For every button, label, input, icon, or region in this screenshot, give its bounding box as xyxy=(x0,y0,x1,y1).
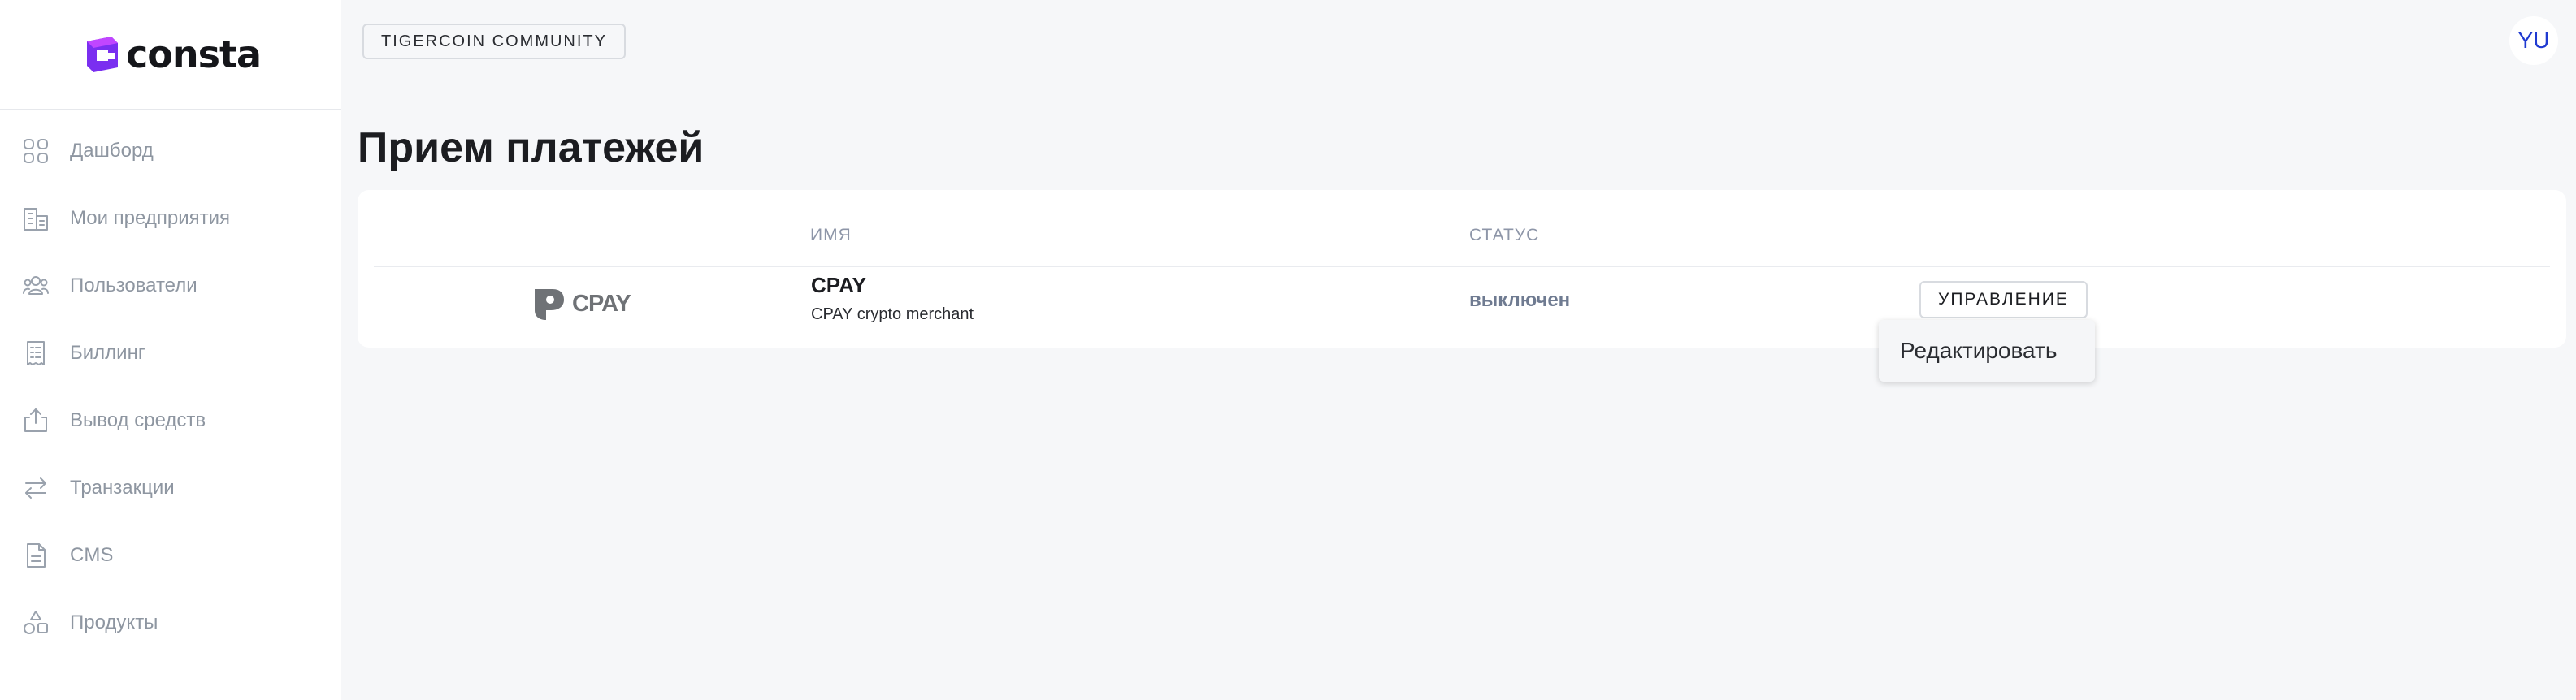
column-header-status: СТАТУС xyxy=(1469,226,1540,244)
receipt-icon xyxy=(21,339,50,368)
sidebar-item-transactions[interactable]: Транзакции xyxy=(0,454,341,521)
sidebar-item-enterprises[interactable]: Мои предприятия xyxy=(0,184,341,252)
table-divider xyxy=(374,266,2550,267)
users-icon xyxy=(21,271,50,300)
sidebar-item-label: Мои предприятия xyxy=(70,206,230,229)
document-icon xyxy=(21,541,50,570)
payment-methods-table: ИМЯ СТАТУС CPAY CPAY CPAY crypto merchan… xyxy=(358,190,2566,348)
consta-logo-icon xyxy=(80,35,119,74)
column-header-name: ИМЯ xyxy=(810,226,852,244)
page-title: Прием платежей xyxy=(358,124,705,171)
provider-name: CPAY xyxy=(811,273,866,297)
dropdown-item-label: Редактировать xyxy=(1900,338,2058,363)
sidebar-item-label: Биллинг xyxy=(70,341,145,364)
user-avatar[interactable]: YU xyxy=(2509,16,2558,65)
sidebar-item-billing[interactable]: Биллинг xyxy=(0,319,341,387)
dropdown-item-edit[interactable]: Редактировать xyxy=(1879,320,2095,382)
sidebar-item-users[interactable]: Пользователи xyxy=(0,252,341,319)
sidebar-item-label: Пользователи xyxy=(70,274,197,296)
cpay-logo-icon xyxy=(535,289,564,320)
sidebar: consta Дашборд Мои предприятия Пользоват… xyxy=(0,0,341,700)
sidebar-item-label: Дашборд xyxy=(70,139,154,162)
sidebar-item-cms[interactable]: CMS xyxy=(0,521,341,589)
buildings-icon xyxy=(21,204,50,233)
sidebar-item-label: CMS xyxy=(70,543,114,566)
grid-icon xyxy=(21,136,50,166)
sidebar-nav: Дашборд Мои предприятия Пользователи Бил… xyxy=(0,117,341,656)
community-selector[interactable]: TIGERCOIN COMMUNITY xyxy=(362,24,626,59)
sidebar-item-label: Продукты xyxy=(70,611,158,633)
sidebar-item-withdrawal[interactable]: Вывод средств xyxy=(0,387,341,454)
sidebar-item-label: Вывод средств xyxy=(70,408,206,431)
manage-button[interactable]: УПРАВЛЕНИЕ xyxy=(1919,281,2088,318)
sidebar-item-products[interactable]: Продукты xyxy=(0,589,341,656)
brand-name: consta xyxy=(125,32,262,76)
provider-description: CPAY crypto merchant xyxy=(811,305,974,323)
brand-logo[interactable]: consta xyxy=(0,0,341,110)
status-badge: выключен xyxy=(1469,289,1571,311)
provider-logo: CPAY xyxy=(528,284,631,323)
provider-logo-text: CPAY xyxy=(572,290,631,317)
arrows-icon xyxy=(21,473,50,503)
shapes-icon xyxy=(21,608,50,637)
sidebar-item-label: Транзакции xyxy=(70,476,175,499)
sidebar-item-dashboard[interactable]: Дашборд xyxy=(0,117,341,184)
upload-icon xyxy=(21,406,50,435)
